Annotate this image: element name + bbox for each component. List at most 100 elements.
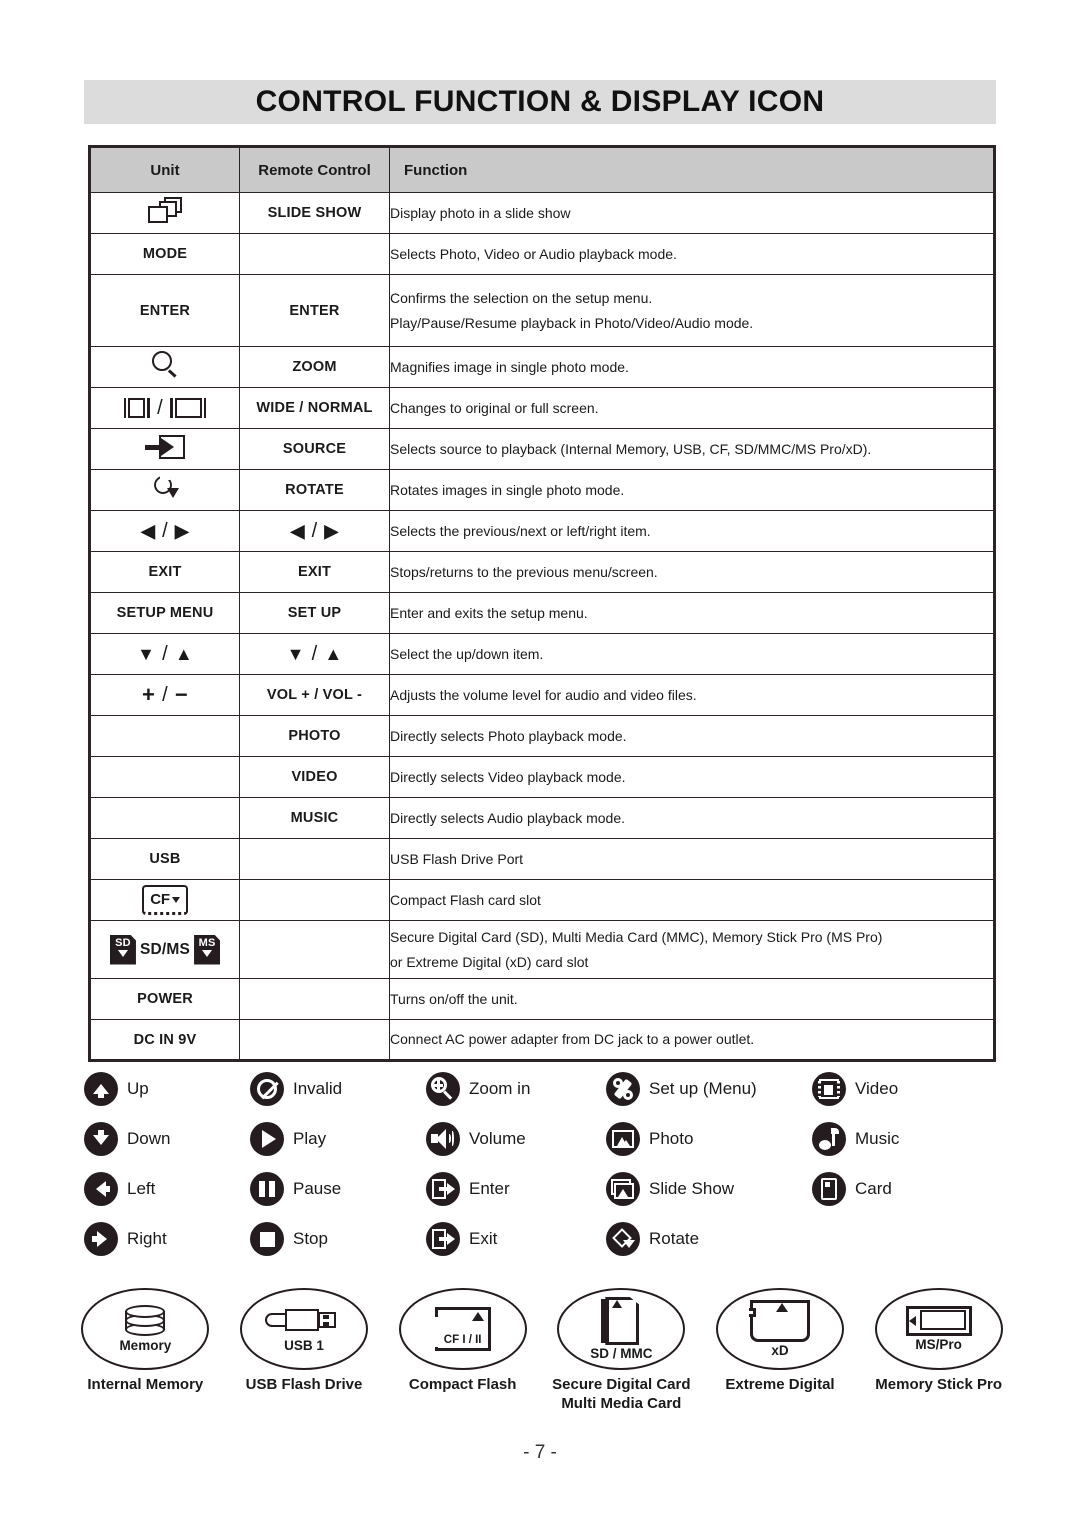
ms-chip-icon: MS — [194, 934, 221, 965]
sd-chip-icon: SD — [109, 934, 136, 965]
unit-cell: POWER — [89, 978, 240, 1020]
media-badge: USB 1 — [284, 1338, 324, 1353]
function-cell: Adjusts the volume level for audio and v… — [389, 674, 995, 716]
remote-cell: VIDEO — [239, 756, 390, 798]
media-caption-line1: USB Flash Drive — [245, 1376, 363, 1393]
remote-cell — [239, 838, 390, 880]
display-icon-legend: Up Invalid Zoom in Set up (Menu) Video D… — [84, 1068, 1000, 1260]
pause-icon — [250, 1172, 284, 1206]
unit-cell: SD SD/MS MS — [89, 920, 240, 979]
table-row: ▼ / ▲ ▼ / ▲ Select the up/down item. — [89, 633, 995, 675]
unit-cell: ▼ / ▲ — [89, 633, 240, 675]
table-row: MODE Selects Photo, Video or Audio playb… — [89, 233, 995, 275]
media-item: CF I / II Compact Flash — [383, 1288, 542, 1414]
cf-slot-icon: CF — [142, 885, 188, 915]
legend-item: Volume — [426, 1118, 606, 1160]
table-row: EXIT EXIT Stops/returns to the previous … — [89, 551, 995, 593]
unit-cell: DC IN 9V — [89, 1019, 240, 1061]
media-caption-line1: Extreme Digital — [725, 1376, 835, 1393]
function-text: Compact Flash card slot — [390, 891, 541, 908]
legend-item: Stop — [250, 1218, 426, 1260]
legend-label: Set up (Menu) — [649, 1079, 757, 1098]
legend-item: Slide Show — [606, 1168, 812, 1210]
invalid-icon — [250, 1072, 284, 1106]
wrench-icon — [606, 1072, 640, 1106]
table-row: SETUP MENU SET UP Enter and exits the se… — [89, 592, 995, 634]
memory-stick-pro-icon — [905, 1306, 972, 1336]
legend-label: Exit — [469, 1229, 498, 1248]
left-right-arrows-icon: ◀ / ▶ — [290, 519, 339, 542]
function-cell: USB Flash Drive Port — [389, 838, 995, 880]
cf-slot-label: CF — [150, 891, 170, 908]
legend-label: Photo — [649, 1129, 694, 1148]
magnifier-icon — [150, 350, 180, 380]
function-text: Stops/returns to the previous menu/scree… — [390, 563, 658, 580]
media-badge: Memory — [119, 1338, 172, 1353]
function-text: Select the up/down item. — [390, 645, 544, 662]
legend-label: Video — [855, 1079, 899, 1098]
table-row: ENTER ENTER Confirms the selection on th… — [89, 274, 995, 347]
unit-cell: SETUP MENU — [89, 592, 240, 634]
internal-memory-drum-icon — [125, 1305, 166, 1337]
function-cell: Connect AC power adapter from DC jack to… — [389, 1019, 995, 1061]
stop-icon — [250, 1222, 284, 1256]
left-right-arrows-icon: ◀ / ▶ — [141, 519, 189, 542]
card-icon — [812, 1172, 846, 1206]
remote-cell — [239, 233, 390, 275]
media-badge: CF I / II — [443, 1334, 482, 1346]
remote-cell: VOL + / VOL - — [239, 674, 390, 716]
function-text: Connect AC power adapter from DC jack to… — [390, 1031, 755, 1048]
table-row: SD SD/MS MS Secure Digital Card (SD), Mu… — [89, 920, 995, 979]
function-text: Selects Photo, Video or Audio playback m… — [390, 245, 677, 262]
remote-cell: ROTATE — [239, 469, 390, 511]
remote-cell: SOURCE — [239, 428, 390, 470]
media-item: Memory Internal Memory — [66, 1288, 225, 1414]
control-function-table: Unit Remote Control Function SLIDE SHOW … — [88, 145, 996, 1062]
function-text: Selects the previous/next or left/right … — [390, 522, 651, 539]
unit-cell — [89, 797, 240, 839]
function-text: Turns on/off the unit. — [390, 990, 518, 1007]
remote-cell: ENTER — [239, 274, 390, 347]
unit-cell — [89, 428, 240, 470]
table-row: DC IN 9V Connect AC power adapter from D… — [89, 1019, 995, 1061]
legend-item: Rotate — [606, 1218, 812, 1260]
ms-chip-label: MS — [198, 936, 216, 949]
storage-media-legend: Memory Internal Memory USB 1 USB Flash D… — [66, 1288, 1018, 1414]
rotate-icon — [152, 473, 179, 501]
column-header-unit: Unit — [89, 146, 240, 193]
media-caption: Secure Digital Card Multi Media Card — [552, 1376, 690, 1414]
up-arrow-icon — [84, 1072, 118, 1106]
music-note-icon — [812, 1122, 846, 1156]
legend-item: Pause — [250, 1168, 426, 1210]
media-item: USB 1 USB Flash Drive — [225, 1288, 384, 1414]
function-cell: Directly selects Video playback mode. — [389, 756, 995, 798]
exit-icon — [426, 1222, 460, 1256]
function-cell: Confirms the selection on the setup menu… — [389, 274, 995, 347]
table-row: SLIDE SHOW Display photo in a slide show — [89, 192, 995, 234]
media-caption: Compact Flash — [409, 1376, 517, 1395]
function-cell: Compact Flash card slot — [389, 879, 995, 921]
legend-label: Up — [127, 1079, 149, 1098]
legend-item: Play — [250, 1118, 426, 1160]
media-caption-line1: Memory Stick Pro — [875, 1376, 1003, 1393]
legend-item: Music — [812, 1118, 1000, 1160]
sd-mmc-oval: SD / MMC — [557, 1288, 686, 1370]
function-text: Directly selects Photo playback mode. — [390, 727, 627, 744]
function-cell: Select the up/down item. — [389, 633, 995, 675]
table-row: VIDEO Directly selects Video playback mo… — [89, 756, 995, 798]
function-text: Rotates images in single photo mode. — [390, 481, 625, 498]
function-cell: Rotates images in single photo mode. — [389, 469, 995, 511]
media-caption-line1: Secure Digital Card — [552, 1376, 691, 1393]
function-cell: Selects Photo, Video or Audio playback m… — [389, 233, 995, 275]
media-badge: SD / MMC — [590, 1346, 653, 1361]
play-icon — [250, 1122, 284, 1156]
function-text: Confirms the selection on the setup menu… — [390, 290, 653, 306]
media-badge: MS/Pro — [915, 1337, 962, 1352]
table-row: SOURCE Selects source to playback (Inter… — [89, 428, 995, 470]
xd-oval: xD — [715, 1288, 844, 1370]
legend-label: Left — [127, 1179, 156, 1198]
table-row: POWER Turns on/off the unit. — [89, 978, 995, 1020]
remote-cell — [239, 978, 390, 1020]
function-text: Play/Pause/Resume playback in Photo/Vide… — [390, 314, 754, 331]
function-cell: Magnifies image in single photo mode. — [389, 346, 995, 388]
